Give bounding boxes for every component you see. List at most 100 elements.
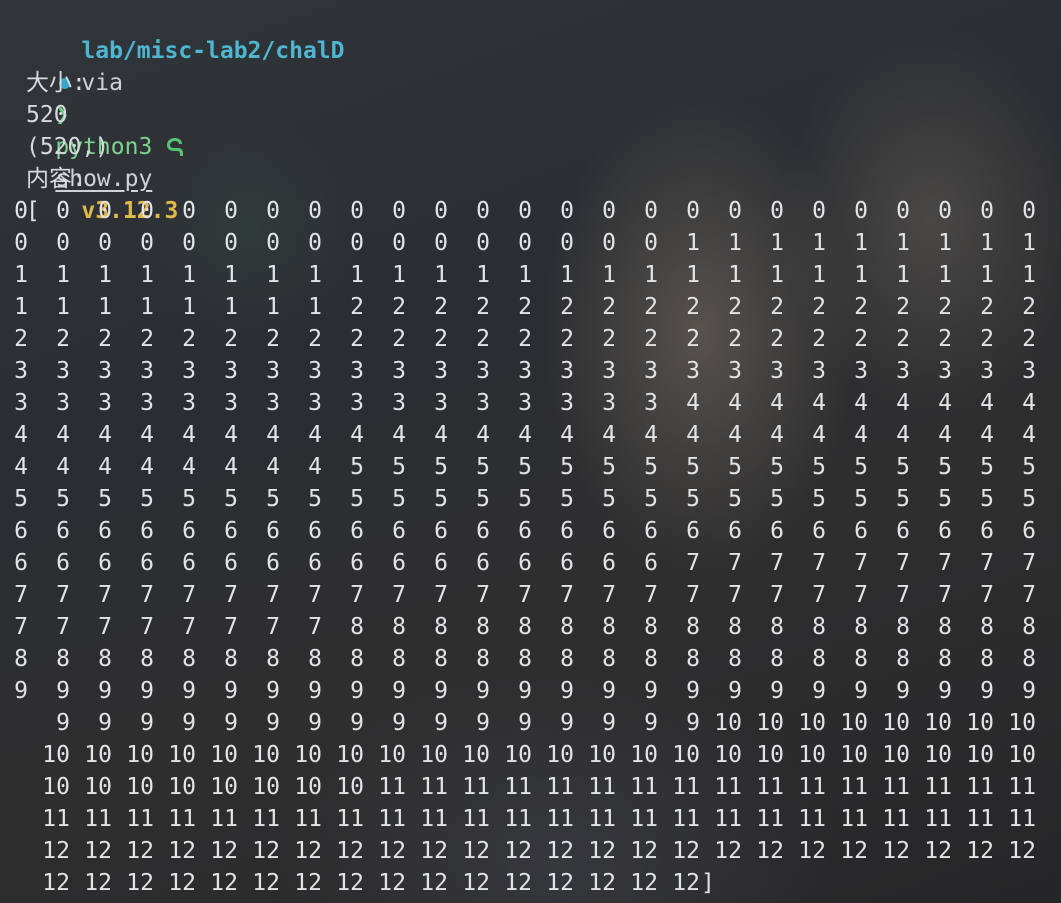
array-value: 5 — [14, 486, 28, 512]
array-value: 4 — [56, 454, 70, 480]
array-value: 7 — [854, 582, 868, 608]
array-value: 1 — [518, 262, 532, 288]
array-value: 11 — [546, 774, 574, 800]
array-value: 9 — [770, 678, 784, 704]
array-value: 10 — [294, 742, 322, 768]
array-value: 9 — [308, 678, 322, 704]
array-value: 1 — [140, 294, 154, 320]
array-value: 4 — [224, 454, 238, 480]
array-value: 4 — [392, 422, 406, 448]
array-value: 1 — [812, 230, 826, 256]
array-value: 4 — [938, 390, 952, 416]
array-value: 7 — [182, 614, 196, 640]
array-value: 3 — [98, 358, 112, 384]
array-value: 3 — [602, 390, 616, 416]
array-value: 2 — [434, 326, 448, 352]
array-value: 4 — [770, 390, 784, 416]
array-value: 5 — [560, 454, 574, 480]
array-value: 4 — [224, 422, 238, 448]
array-value: 8 — [686, 646, 700, 672]
terminal-window[interactable]: lab/misc-lab2/chalD via v3.12.3 ❯ python… — [0, 0, 1061, 903]
array-value: 0 — [182, 230, 196, 256]
array-value: 4 — [770, 422, 784, 448]
array-value: 3 — [854, 358, 868, 384]
array-value: 12 — [336, 870, 364, 896]
array-value: 8 — [56, 646, 70, 672]
array-value: 7 — [98, 582, 112, 608]
array-value: 12 — [546, 870, 574, 896]
array-value: 11 — [588, 774, 616, 800]
array-value: 10 — [336, 774, 364, 800]
array-value: 9 — [518, 710, 532, 736]
array-value: 1 — [938, 262, 952, 288]
array-value: 4 — [182, 422, 196, 448]
array-value: 1 — [644, 262, 658, 288]
array-value: 2 — [644, 326, 658, 352]
array-value: 6 — [350, 518, 364, 544]
array-value: 11 — [798, 774, 826, 800]
array-value: 4 — [980, 390, 994, 416]
array-value: 11 — [882, 774, 910, 800]
array-value: 4 — [644, 422, 658, 448]
array-value: 1 — [476, 262, 490, 288]
array-value: 9 — [644, 710, 658, 736]
array-value: 6 — [266, 550, 280, 576]
via-label: via — [81, 70, 123, 96]
array-value: 9 — [644, 678, 658, 704]
array-value: 11 — [42, 806, 70, 832]
array-value: 0 — [560, 198, 574, 224]
array-value: 3 — [560, 358, 574, 384]
array-value: 6 — [812, 518, 826, 544]
array-value: 10 — [378, 742, 406, 768]
array-value: 0 — [140, 230, 154, 256]
array-value: 11 — [882, 806, 910, 832]
array-value: 7 — [812, 582, 826, 608]
array-value: 9 — [392, 678, 406, 704]
array-value: 0 — [308, 230, 322, 256]
array-value: 4 — [812, 422, 826, 448]
shape-value: (520,) — [26, 134, 110, 160]
array-value: 1 — [224, 294, 238, 320]
array-value: 8 — [476, 614, 490, 640]
array-value: 12 — [588, 870, 616, 896]
array-value: 11 — [630, 806, 658, 832]
array-value: 7 — [770, 550, 784, 576]
array-value: 11 — [630, 774, 658, 800]
array-value: 0 — [98, 198, 112, 224]
array-value: 9 — [728, 678, 742, 704]
array-value: 10 — [966, 742, 994, 768]
array-value: 8 — [896, 646, 910, 672]
array-value: 3 — [434, 358, 448, 384]
array-value: 10 — [504, 742, 532, 768]
array-value: 4 — [896, 422, 910, 448]
array-value: 11 — [756, 806, 784, 832]
array-value: 10 — [714, 742, 742, 768]
array-value: 7 — [224, 582, 238, 608]
array-value: 9 — [56, 710, 70, 736]
array-value: 7 — [560, 582, 574, 608]
array-value: 3 — [434, 390, 448, 416]
array-value: 4 — [1022, 390, 1036, 416]
array-value: 1 — [602, 262, 616, 288]
array-value: 8 — [896, 614, 910, 640]
array-value: 12 — [168, 838, 196, 864]
array-value: 10 — [1008, 742, 1036, 768]
array-value: 8 — [980, 614, 994, 640]
array-value: 1 — [14, 262, 28, 288]
array-value: 1 — [686, 262, 700, 288]
array-value: 5 — [896, 454, 910, 480]
array-value: 8 — [812, 614, 826, 640]
array-value: 4 — [980, 422, 994, 448]
array-value: 3 — [56, 358, 70, 384]
array-value: 11 — [504, 806, 532, 832]
array-value: 6 — [518, 550, 532, 576]
array-value: 11 — [924, 774, 952, 800]
array-value: 5 — [938, 454, 952, 480]
array-value: 4 — [854, 390, 868, 416]
array-value: 12 — [672, 870, 700, 896]
array-value: 9 — [56, 678, 70, 704]
array-value: 12 — [252, 870, 280, 896]
array-value: 4 — [854, 422, 868, 448]
array-value: 4 — [602, 422, 616, 448]
array-value: 9 — [476, 710, 490, 736]
